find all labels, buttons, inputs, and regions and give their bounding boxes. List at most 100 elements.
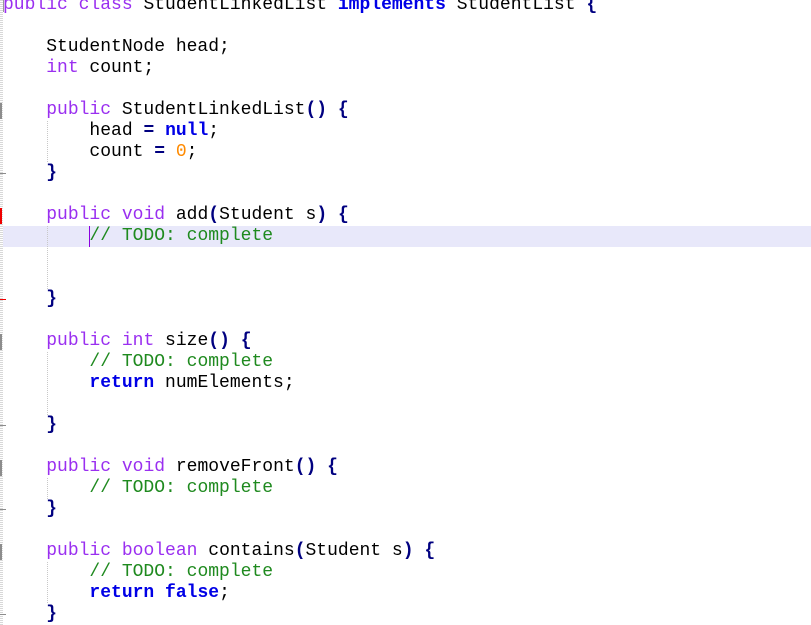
- identifier-token: [68, 0, 79, 15]
- modifier-token: public: [46, 457, 112, 477]
- modifier-token: class: [78, 0, 133, 15]
- code-line[interactable]: [3, 184, 811, 205]
- brace-token: {: [424, 541, 436, 561]
- brace-token: {: [337, 100, 349, 120]
- code-line[interactable]: // TODO: complete: [3, 478, 811, 499]
- code-line[interactable]: [3, 79, 811, 100]
- identifier-token: numElements;: [154, 373, 295, 393]
- identifier-token: StudentLinkedList: [132, 0, 338, 15]
- modifier-token: boolean: [121, 541, 198, 561]
- identifier-token: [3, 415, 46, 435]
- modifier-token: void: [121, 457, 166, 477]
- operator-token: =: [143, 121, 155, 141]
- brace-token: ): [402, 541, 414, 561]
- code-line[interactable]: [3, 436, 811, 457]
- indent-guide: [47, 121, 48, 163]
- code-line[interactable]: StudentNode head;: [3, 37, 811, 58]
- brace-token: {: [327, 457, 338, 477]
- identifier-token: [111, 457, 122, 477]
- keyword-token: return: [89, 373, 155, 393]
- indent-guide: [47, 478, 48, 499]
- code-line[interactable]: count = 0;: [3, 142, 811, 163]
- identifier-token: [3, 58, 46, 78]
- method-block-end-marker: [0, 614, 6, 615]
- code-line[interactable]: [3, 394, 811, 415]
- code-line[interactable]: }: [3, 289, 811, 310]
- brace-token: (): [294, 457, 317, 477]
- comment-token: // TODO: complete: [89, 478, 274, 498]
- code-line[interactable]: }: [3, 415, 811, 436]
- code-line[interactable]: return numElements;: [3, 373, 811, 394]
- identifier-token: removeFront: [165, 457, 295, 477]
- comment-token: // TODO: complete: [89, 352, 274, 372]
- code-line[interactable]: }: [3, 163, 811, 184]
- indent-guide: [47, 226, 48, 289]
- keyword-token: false: [165, 583, 220, 603]
- code-line[interactable]: public class StudentLinkedList implement…: [3, 0, 811, 16]
- code-line[interactable]: [3, 247, 811, 268]
- identifier-token: [111, 205, 122, 225]
- identifier-token: contains: [197, 541, 295, 561]
- identifier-token: [3, 331, 46, 351]
- code-line-current[interactable]: // TODO: complete: [3, 226, 811, 247]
- identifier-token: count;: [78, 58, 155, 78]
- brace-token: {: [240, 331, 252, 351]
- method-block-marker: [0, 460, 2, 476]
- keyword-token: implements: [337, 0, 446, 15]
- keyword-token: return: [89, 583, 155, 603]
- modifier-token: public: [3, 0, 68, 15]
- brace-token: }: [46, 604, 58, 624]
- modifier-token: public: [46, 205, 112, 225]
- code-line[interactable]: return false;: [3, 583, 811, 604]
- identifier-token: [111, 331, 122, 351]
- brace-token: }: [46, 289, 58, 309]
- code-editor[interactable]: public class StudentLinkedList implement…: [0, 0, 811, 625]
- keyword-token: null: [165, 121, 209, 141]
- identifier-token: StudentList: [445, 0, 587, 15]
- code-line[interactable]: [3, 268, 811, 289]
- code-line[interactable]: head = null;: [3, 121, 811, 142]
- method-block-marker: [0, 544, 2, 560]
- method-block-end-marker: [0, 509, 6, 510]
- identifier-token: StudentLinkedList: [111, 100, 306, 120]
- identifier-token: [327, 100, 338, 120]
- code-line[interactable]: public StudentLinkedList() {: [3, 100, 811, 121]
- identifier-token: head: [3, 121, 144, 141]
- identifier-token: size: [154, 331, 209, 351]
- changed-block-end-marker: [0, 299, 6, 300]
- code-line[interactable]: // TODO: complete: [3, 352, 811, 373]
- code-line[interactable]: public boolean contains(Student s) {: [3, 541, 811, 562]
- identifier-token: [154, 121, 165, 141]
- identifier-token: count: [3, 142, 155, 162]
- method-block-end-marker: [0, 425, 6, 426]
- code-line[interactable]: }: [3, 499, 811, 520]
- code-line[interactable]: [3, 520, 811, 541]
- changed-block-marker: [0, 208, 2, 224]
- identifier-token: [111, 541, 122, 561]
- brace-token: }: [46, 163, 58, 183]
- identifier-token: Student s: [305, 541, 403, 561]
- code-line[interactable]: [3, 16, 811, 37]
- identifier-token: StudentNode head;: [3, 37, 230, 57]
- modifier-token: public: [46, 100, 112, 120]
- modifier-token: void: [121, 205, 166, 225]
- modifier-token: int: [46, 58, 79, 78]
- indent-guide: [47, 352, 48, 415]
- code-line[interactable]: public void removeFront() {: [3, 457, 811, 478]
- code-line[interactable]: public int size() {: [3, 331, 811, 352]
- comment-token: // TODO: complete: [89, 226, 274, 246]
- code-line[interactable]: [3, 310, 811, 331]
- code-line[interactable]: }: [3, 604, 811, 625]
- code-line[interactable]: // TODO: complete: [3, 562, 811, 583]
- brace-token: {: [337, 205, 349, 225]
- brace-token: }: [46, 499, 58, 519]
- code-line[interactable]: public void add(Student s) {: [3, 205, 811, 226]
- brace-token: {: [586, 0, 598, 15]
- brace-token: ): [316, 205, 328, 225]
- operator-token: =: [154, 142, 166, 162]
- identifier-token: [165, 142, 176, 162]
- code-line[interactable]: int count;: [3, 58, 811, 79]
- identifier-token: [327, 205, 338, 225]
- method-block-marker: [0, 334, 2, 350]
- identifier-token: [3, 604, 46, 624]
